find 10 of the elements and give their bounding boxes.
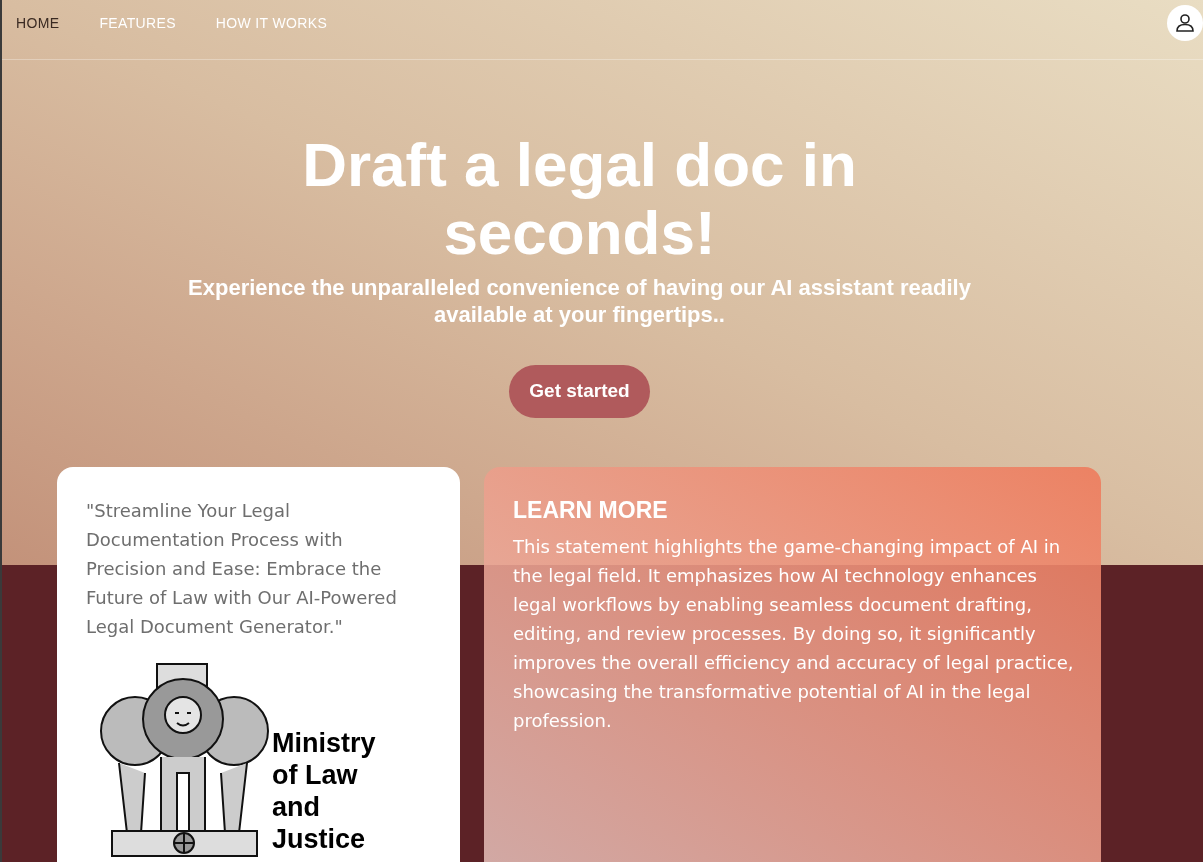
logo-text: Ministry of Law and Justice [272, 727, 377, 855]
nav-link[interactable]: HOME [16, 12, 60, 34]
hero-subtitle: Experience the unparalleled convenience of having our AI assistant readily available at your fingertips.. [187, 274, 972, 328]
user-button[interactable] [1167, 5, 1203, 41]
card-heading: LEARN MORE [513, 496, 669, 524]
user-icon [1176, 14, 1194, 32]
card-body-text: This statement highlights the game-changing impact of AI in the legal field. It emphasizes how AI technology enhances legal workflows by enabling seamless document drafting, editing, and review processes. By doing so, it significantly improves the overall efficiency and accuracy of legal practice, showcasing the transformative potential of AI in the legal profession. [513, 535, 1074, 733]
get-started-button[interactable]: Get started [509, 365, 650, 418]
hero-heading: Draft a legal doc in seconds! [301, 131, 858, 267]
quote-text: "Streamline Your Legal Documentation Process with Precision and Ease: Embrace the Future of Law with Our AI-Powered Legal Document Generator." [86, 499, 398, 639]
